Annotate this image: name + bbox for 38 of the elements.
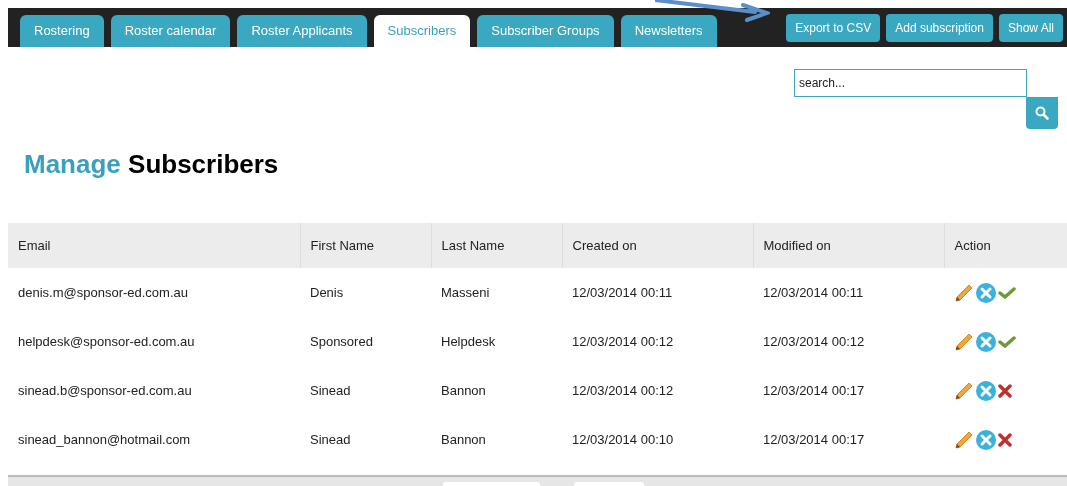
heading-title: Subscribers (128, 149, 279, 179)
table-cell: 12/03/2014 00:10 (572, 431, 674, 447)
nav-tab[interactable]: Newsletters (620, 15, 717, 47)
column-header: Email (8, 223, 300, 268)
table-cell: 12/03/2014 00:12 (572, 382, 674, 398)
column-header: Action (944, 223, 1067, 268)
table-cell: 12/03/2014 00:17 (763, 382, 865, 398)
nav-tab[interactable]: Rostering (20, 15, 104, 47)
nav-tab[interactable]: Roster calendar (110, 15, 231, 47)
table-cell: 12/03/2014 00:12 (572, 333, 674, 349)
nav-tab[interactable]: Subscribers (373, 15, 471, 47)
toolbar-button[interactable]: Export to CSV (786, 14, 881, 42)
table-cell: Masseni (441, 284, 490, 300)
table-cell: 12/03/2014 00:11 (763, 284, 864, 300)
column-header: Modified on (753, 223, 944, 268)
toolbar-button[interactable]: Show All (998, 14, 1063, 42)
table-cell: Bannon (441, 382, 486, 398)
table-cell: Sinead (310, 431, 351, 447)
table-cell: sinead.b@sponsor-ed.com.au (18, 382, 192, 398)
table-cell: denis.m@sponsor-ed.com.au (18, 284, 188, 300)
table-cell: Denis (310, 284, 344, 300)
table-cell: Bannon (441, 431, 486, 447)
nav-tab[interactable]: Subscriber Groups (477, 15, 614, 47)
table-cell: Sinead (310, 382, 351, 398)
table-cell: 12/03/2014 00:11 (572, 284, 673, 300)
table-cell: Helpdesk (441, 333, 496, 349)
column-header: Created on (562, 223, 753, 268)
heading-accent: Manage (24, 149, 121, 179)
column-header: Last Name (431, 223, 562, 268)
table-cell: Sponsored (310, 333, 373, 349)
table-cell: 12/03/2014 00:17 (763, 431, 865, 447)
table-cell: sinead_bannon@hotmail.com (18, 431, 191, 447)
table-cell: helpdesk@sponsor-ed.com.au (18, 333, 195, 349)
column-header: First Name (300, 223, 431, 268)
search-field[interactable]: search... (794, 69, 1027, 97)
table-cell: 12/03/2014 00:12 (763, 333, 865, 349)
nav-tab[interactable]: Roster Applicants (237, 15, 367, 47)
toolbar-button[interactable]: Add subscription (886, 14, 993, 42)
